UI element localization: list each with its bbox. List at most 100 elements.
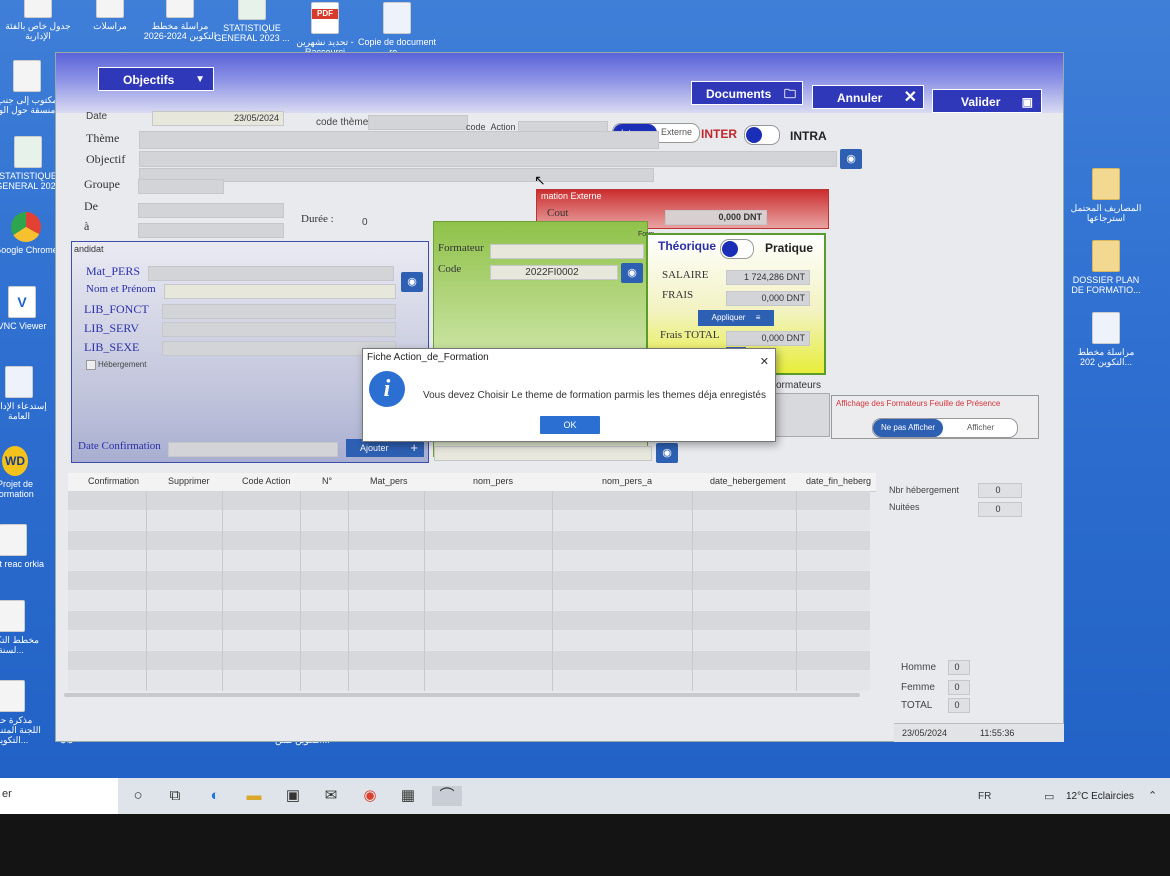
a-field[interactable] (138, 223, 284, 238)
calculator-icon[interactable]: ▦ (398, 786, 418, 806)
inter-intra-toggle[interactable] (744, 125, 780, 145)
de-field[interactable] (138, 203, 284, 218)
col-numero[interactable]: N° (322, 476, 332, 486)
task-view-icon[interactable]: ⧉ (165, 786, 185, 806)
desktop-icon[interactable]: مراسلة مخطط التكوين 2024-2026 (140, 0, 220, 41)
nuitees-field: 0 (978, 502, 1022, 517)
desktop-icon[interactable]: مراسلة مخطط التكوين 202... (1066, 312, 1146, 367)
eye-icon[interactable]: ◉ (840, 149, 862, 169)
date-field[interactable]: 23/05/2024 (152, 111, 284, 126)
search-box[interactable]: er (0, 778, 118, 814)
edge-icon[interactable]: ◐ (205, 786, 225, 806)
annuler-button[interactable]: Annuler ✕ (812, 85, 924, 109)
lib-sexe-field[interactable] (162, 341, 396, 356)
doc-icon (96, 0, 124, 18)
desktop-icon[interactable]: إستدعاء الإدارة العامة (0, 366, 54, 421)
col-date-hebergement[interactable]: date_hebergement (710, 476, 786, 486)
formateur-label: Formateur (438, 242, 484, 254)
weather-text[interactable]: 12°C Eclaircies (1066, 791, 1134, 802)
cortana-icon[interactable]: ○ (128, 786, 148, 806)
horizontal-scrollbar[interactable] (64, 693, 860, 697)
desktop-icon[interactable]: ment reac orkia (0, 524, 48, 569)
col-nom-pers[interactable]: nom_pers (473, 476, 513, 486)
table-row[interactable] (68, 631, 870, 651)
col-code-action[interactable]: Code Action (242, 476, 291, 486)
frais-field[interactable]: 0,000 DNT (726, 291, 810, 306)
nom-prenom-field[interactable] (164, 284, 396, 299)
table-row[interactable] (68, 491, 870, 511)
lib-fonct-field[interactable] (162, 304, 396, 319)
desktop-icon[interactable]: مراسلات (70, 0, 150, 31)
desktop-icon[interactable]: V VNC Viewer (0, 286, 60, 331)
status-time: 11:55:36 (980, 728, 1015, 738)
table-row[interactable] (68, 591, 870, 611)
message-dialog: Fiche Action_de_Formation ✕ i Vous devez… (362, 348, 776, 442)
mat-pers-field[interactable] (148, 266, 394, 281)
table-row[interactable] (68, 511, 870, 531)
code-theme-field[interactable] (368, 115, 468, 130)
valider-button[interactable]: Valider ▣ (932, 89, 1042, 113)
col-confirmation[interactable]: Confirmation (88, 476, 139, 486)
grid-header: Confirmation Supprimer Code Action N° Ma… (68, 473, 876, 492)
theme-field[interactable] (139, 131, 659, 149)
col-date-fin-heberg[interactable]: date_fin_heberg (806, 476, 871, 486)
salaire-field[interactable]: 1 724,286 DNT (726, 270, 810, 285)
table-row[interactable] (68, 611, 870, 631)
documents-button[interactable]: Documents 🗀 (691, 81, 803, 105)
formateur-select[interactable] (490, 244, 644, 259)
close-icon[interactable]: ✕ (760, 355, 769, 368)
externe-option[interactable]: Externe (661, 127, 692, 137)
col-nom-pers-a[interactable]: nom_pers_a (602, 476, 652, 486)
eye-icon[interactable]: ◉ (656, 443, 678, 463)
date-confirmation-field[interactable] (168, 442, 338, 457)
store-icon[interactable]: ▣ (283, 786, 303, 806)
table-row[interactable] (68, 671, 870, 691)
desktop-icon-label: المصاريف المحتمل استرجاعها (1070, 203, 1142, 223)
objectifs-dropdown[interactable]: Objectifs ▼ (98, 67, 214, 91)
desktop-icon[interactable]: Copie de document re... (357, 2, 437, 57)
afficher-option[interactable]: Afficher (967, 423, 994, 432)
desktop-icon-label: ment reac orkia (0, 559, 45, 569)
col-mat-pers[interactable]: Mat_pers (370, 476, 408, 486)
desktop-icon[interactable]: WD Projet de formation (0, 446, 50, 499)
desktop-icon[interactable]: مخطط التكوين لسنة... (0, 600, 44, 655)
table-row[interactable] (68, 571, 870, 591)
desktop-icon[interactable]: المصاريف المحتمل استرجاعها (1066, 168, 1146, 223)
table-row[interactable] (68, 551, 870, 571)
eye-icon[interactable]: ◉ (621, 263, 643, 283)
desktop-icon[interactable]: DOSSIER PLAN DE FORMATIO... (1066, 240, 1146, 295)
hebergement-checkbox[interactable] (86, 360, 96, 370)
desktop-icon[interactable]: STATISTIQUE GENERAL 2023 ... (212, 0, 292, 43)
lib-serv-label: LIB_SERV (84, 321, 140, 335)
candidat-label: andidat (74, 244, 104, 254)
chrome-icon[interactable]: ◉ (360, 786, 380, 806)
chevron-up-icon[interactable]: ⌃ (1148, 789, 1157, 802)
language-indicator[interactable]: FR (978, 791, 991, 802)
afficher-toggle[interactable]: Ne pas Afficher Afficher (872, 418, 1018, 438)
code-field[interactable]: 2022FI0002 (490, 265, 618, 280)
theorique-pratique-toggle[interactable] (720, 239, 754, 259)
desktop-icon[interactable]: مذكرة حول اللجنة المتناصفة التكوين... (0, 680, 44, 745)
col-supprimer[interactable]: Supprimer (168, 476, 210, 486)
formateurs-select[interactable] (434, 446, 652, 461)
table-row[interactable] (68, 531, 870, 551)
de-label: De (84, 199, 98, 213)
frais-total-field[interactable]: 0,000 DNT (726, 331, 810, 346)
weather-icon[interactable]: ▭ (1044, 790, 1054, 803)
groupe-field[interactable] (138, 179, 224, 194)
ok-button[interactable]: OK (540, 416, 600, 434)
ne-pas-afficher-option[interactable]: Ne pas Afficher (873, 419, 943, 437)
cout-field[interactable]: 0,000 DNT (665, 210, 767, 225)
table-row[interactable] (68, 651, 870, 671)
desktop-icon[interactable]: مكتوب إلى جنب منسقة حول الو (0, 60, 60, 115)
appliquer-button[interactable]: Appliquer ≡ (698, 310, 774, 326)
desktop-icon[interactable]: جدول خاص بالفئة الإدارية (0, 0, 78, 41)
lib-serv-field[interactable] (162, 322, 396, 337)
mail-icon[interactable]: ✉ (321, 786, 341, 806)
eye-icon[interactable]: ◉ (401, 272, 423, 292)
objectif-field[interactable] (139, 151, 837, 167)
network-app-icon[interactable]: ⌒ (432, 786, 462, 806)
desktop-icon[interactable]: تحديد نشهرين - Raccourci (285, 2, 365, 57)
file-explorer-icon[interactable]: ▬ (244, 786, 264, 806)
date-label: Date (86, 111, 108, 122)
